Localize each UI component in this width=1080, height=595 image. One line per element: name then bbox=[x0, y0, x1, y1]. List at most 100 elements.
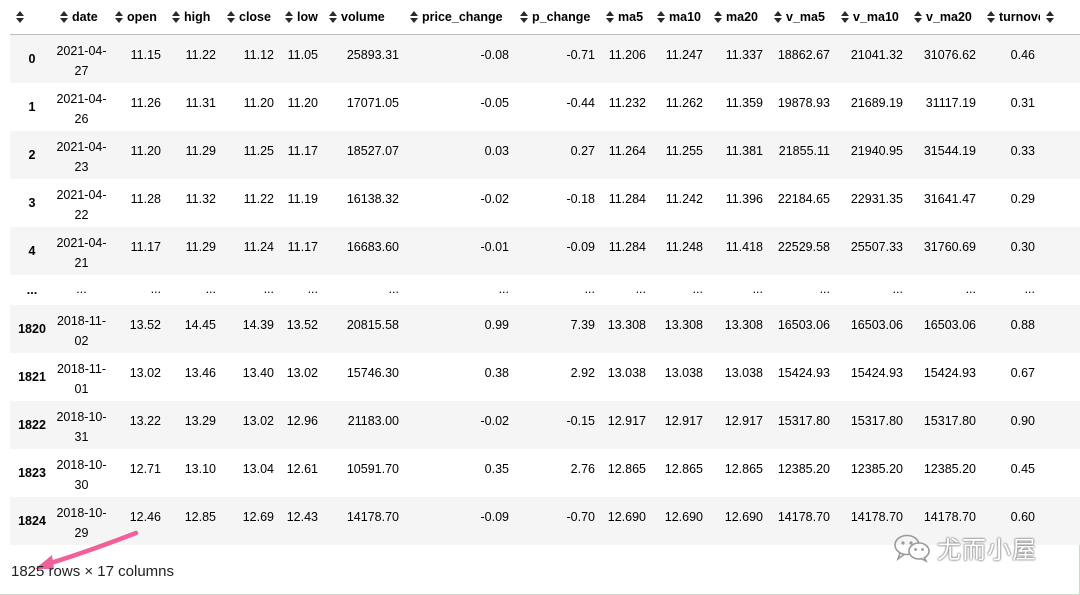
column-header-label: close bbox=[239, 10, 271, 24]
cell-ma20: 12.690 bbox=[724, 509, 763, 524]
cell-low: 13.52 bbox=[286, 317, 318, 332]
cell-ma10: 12.690 bbox=[664, 509, 703, 524]
cell-low: 12.61 bbox=[286, 461, 318, 476]
sort-icon[interactable] bbox=[60, 11, 68, 23]
table-row: 1820 2018-11-02 13.52 14.45 14.39 13.52 20815.… bbox=[10, 304, 1080, 353]
sort-icon[interactable] bbox=[987, 11, 995, 23]
row-index: ... bbox=[26, 282, 38, 297]
sort-icon[interactable] bbox=[227, 11, 235, 23]
cell-price-change: -0.09 bbox=[480, 509, 510, 524]
column-header-label: ma10 bbox=[669, 10, 701, 24]
column-header-close[interactable]: close bbox=[221, 0, 279, 35]
sort-icon[interactable] bbox=[16, 11, 24, 23]
column-header-ma20[interactable]: ma20 bbox=[708, 0, 768, 35]
cell-volume: 16683.60 bbox=[346, 239, 399, 254]
cell-v-ma5: 19878.93 bbox=[777, 95, 830, 110]
cell-v-ma10: ... bbox=[892, 281, 903, 296]
cell-low: 11.19 bbox=[287, 191, 318, 206]
cell-volume: ... bbox=[388, 281, 399, 296]
wechat-icon bbox=[894, 534, 930, 563]
cell-low: 11.05 bbox=[287, 48, 318, 62]
cell-low: 12.96 bbox=[286, 413, 318, 428]
table-row: 1822 2018-10-31 13.22 13.29 13.02 12.96 21183.… bbox=[10, 400, 1080, 449]
cell-ma5: 13.038 bbox=[607, 365, 646, 380]
cell-ma10: 11.255 bbox=[665, 143, 703, 158]
cell-p-change: -0.15 bbox=[566, 413, 596, 428]
cell-open: 13.02 bbox=[129, 365, 161, 380]
cell-v-ma20: 15317.80 bbox=[923, 413, 976, 428]
sort-icon[interactable] bbox=[841, 11, 849, 23]
column-header-truncated[interactable] bbox=[1040, 0, 1080, 35]
cell-truncated bbox=[1040, 83, 1080, 131]
column-header-volume[interactable]: volume bbox=[323, 0, 404, 35]
column-header-high[interactable]: high bbox=[166, 0, 221, 35]
column-header-v-ma10[interactable]: v_ma10 bbox=[835, 0, 908, 35]
column-header-turnover[interactable]: turnover bbox=[981, 0, 1040, 35]
dataframe-table: date open high close low volume price_ch… bbox=[10, 0, 1080, 545]
column-header-label: ma5 bbox=[618, 10, 644, 24]
cell-v-ma10: 16503.06 bbox=[850, 317, 903, 332]
cell-date: ... bbox=[76, 281, 87, 296]
sort-icon[interactable] bbox=[115, 11, 123, 23]
column-header-low[interactable]: low bbox=[279, 0, 323, 35]
ellipsis-row: ........................................… bbox=[10, 274, 1080, 305]
cell-truncated bbox=[1040, 497, 1080, 545]
cell-v-ma20: 15424.93 bbox=[923, 365, 976, 380]
cell-ma20: 11.359 bbox=[725, 95, 763, 110]
row-index: 4 bbox=[28, 243, 36, 258]
table-row: 4 2021-04-21 11.17 11.29 11.24 11.17 16683.60 -… bbox=[10, 226, 1080, 275]
column-header-v-ma20[interactable]: v_ma20 bbox=[908, 0, 981, 35]
cell-low: 13.02 bbox=[286, 365, 318, 380]
sort-icon[interactable] bbox=[285, 11, 293, 23]
watermark: 尤而小屋 bbox=[893, 530, 1037, 565]
column-header-label: v_ma20 bbox=[926, 10, 972, 24]
sort-icon[interactable] bbox=[410, 11, 418, 23]
table-body: 0 2021-04-27 11.15 11.22 11.12 11.05 25893.31 -… bbox=[10, 34, 1080, 545]
column-header-date[interactable]: date bbox=[54, 0, 109, 35]
cell-ma20: 12.917 bbox=[724, 413, 763, 428]
column-header-ma5[interactable]: ma5 bbox=[600, 0, 651, 35]
sort-icon[interactable] bbox=[606, 11, 614, 23]
cell-date: 2018-10-30 bbox=[56, 457, 107, 492]
sort-icon[interactable] bbox=[774, 11, 782, 23]
sort-icon[interactable] bbox=[172, 11, 180, 23]
cell-high: 12.85 bbox=[184, 509, 216, 524]
column-header-price-change[interactable]: price_change bbox=[404, 0, 514, 35]
notebook-output-frame: date open high close low volume price_ch… bbox=[0, 0, 1080, 595]
sort-icon[interactable] bbox=[1046, 11, 1054, 23]
cell-ma10: 11.248 bbox=[665, 239, 703, 254]
cell-ma5: 13.308 bbox=[607, 317, 646, 332]
sort-icon[interactable] bbox=[714, 11, 722, 23]
cell-low: ... bbox=[307, 281, 318, 296]
cell-volume: 17071.05 bbox=[346, 95, 399, 110]
cell-v-ma10: 12385.20 bbox=[850, 461, 903, 476]
table-row: 2 2021-04-23 11.20 11.29 11.25 11.17 18527.07 0… bbox=[10, 130, 1080, 179]
column-header-v-ma5[interactable]: v_ma5 bbox=[768, 0, 835, 35]
cell-v-ma10: 15317.80 bbox=[850, 413, 903, 428]
column-header-label: date bbox=[72, 10, 98, 24]
cell-v-ma5: 16503.06 bbox=[777, 317, 830, 332]
table-row: 1821 2018-11-01 13.02 13.46 13.40 13.02 15746.… bbox=[10, 352, 1080, 401]
column-header-ma10[interactable]: ma10 bbox=[651, 0, 708, 35]
cell-v-ma5: 18862.67 bbox=[777, 48, 830, 62]
cell-v-ma10: 22931.35 bbox=[850, 191, 903, 206]
cell-close: 12.69 bbox=[242, 509, 274, 524]
cell-open: 12.71 bbox=[129, 461, 161, 476]
column-header-p-change[interactable]: p_change bbox=[514, 0, 600, 35]
cell-high: 11.29 bbox=[185, 143, 216, 158]
cell-volume: 21183.00 bbox=[347, 413, 399, 428]
sort-icon[interactable] bbox=[520, 11, 528, 23]
table-row: 1823 2018-10-30 12.71 13.10 13.04 12.61 10591.… bbox=[10, 448, 1080, 497]
sort-icon[interactable] bbox=[329, 11, 337, 23]
cell-price-change: -0.02 bbox=[480, 413, 510, 428]
index-column-header[interactable] bbox=[10, 0, 54, 35]
cell-p-change: 7.39 bbox=[570, 317, 595, 332]
table-row: 3 2021-04-22 11.28 11.32 11.22 11.19 16138.32 -… bbox=[10, 178, 1080, 227]
cell-high: 13.46 bbox=[184, 365, 216, 380]
sort-icon[interactable] bbox=[914, 11, 922, 23]
cell-low: 12.43 bbox=[286, 509, 318, 524]
sort-icon[interactable] bbox=[657, 11, 665, 23]
cell-high: 11.32 bbox=[185, 191, 216, 206]
cell-ma20: ... bbox=[752, 281, 763, 296]
column-header-open[interactable]: open bbox=[109, 0, 166, 35]
